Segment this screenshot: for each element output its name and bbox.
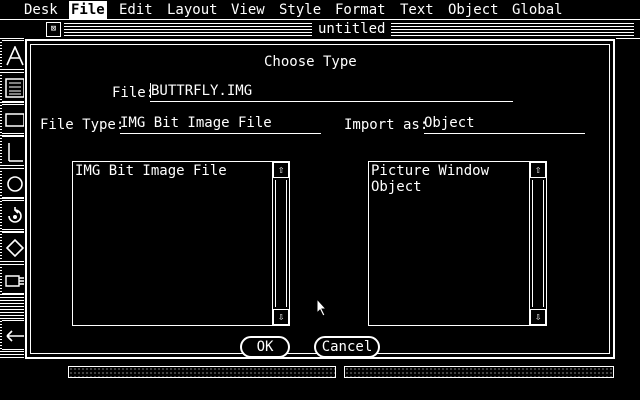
close-box-icon[interactable]: ⊠ (46, 22, 61, 37)
file-type-list-scrollbar[interactable]: ⇧ ⇩ (272, 162, 289, 325)
menu-layout[interactable]: Layout (165, 1, 220, 19)
menu-text[interactable]: Text (398, 1, 436, 19)
list-item[interactable]: IMG Bit Image File (74, 163, 271, 179)
file-type-label: File Type: (40, 117, 125, 133)
file-name-field[interactable]: BUTTRFLY.IMG (150, 83, 513, 102)
file-type-list[interactable]: IMG Bit Image File ⇧ ⇩ (72, 161, 290, 326)
scroll-down-arrow-icon[interactable]: ⇩ (530, 309, 546, 325)
import-as-field[interactable]: Object (424, 115, 585, 134)
horizontal-scrollbar-right[interactable] (344, 366, 614, 378)
menu-format[interactable]: Format (333, 1, 388, 19)
scroll-up-arrow-icon[interactable]: ⇧ (273, 162, 289, 178)
scroll-up-arrow-icon[interactable]: ⇧ (530, 162, 546, 178)
import-as-list[interactable]: Picture Window Object ⇧ ⇩ (368, 161, 547, 326)
file-name-value: BUTTRFLY.IMG (151, 83, 253, 99)
import-as-list-scrollbar[interactable]: ⇧ ⇩ (529, 162, 546, 325)
scroll-track[interactable] (532, 180, 544, 307)
import-as-label: Import as: (344, 117, 429, 133)
horizontal-scrollbar-left[interactable] (68, 366, 336, 378)
file-type-field[interactable]: IMG Bit Image File (120, 115, 321, 134)
menu-edit[interactable]: Edit (117, 1, 155, 19)
menu-file[interactable]: File (69, 1, 107, 19)
menu-global[interactable]: Global (510, 1, 565, 19)
cancel-button[interactable]: Cancel (314, 336, 380, 358)
window-title: untitled (312, 21, 392, 38)
menu-desk[interactable]: Desk (22, 1, 60, 19)
dialog-title: Choose Type (264, 54, 357, 70)
menu-bar: Desk File Edit Layout View Style Format … (0, 0, 640, 20)
mouse-pointer-icon (316, 298, 328, 317)
scroll-down-arrow-icon[interactable]: ⇩ (273, 309, 289, 325)
file-label: File: (112, 85, 155, 101)
file-type-value: IMG Bit Image File (120, 115, 272, 131)
menu-style[interactable]: Style (277, 1, 323, 19)
menu-object[interactable]: Object (446, 1, 501, 19)
list-item[interactable]: Object (370, 179, 528, 195)
scroll-track[interactable] (275, 180, 287, 307)
window-title-bar[interactable]: ⊠ untitled (0, 20, 640, 39)
list-item[interactable]: Picture Window (370, 163, 528, 179)
ok-button[interactable]: OK (240, 336, 290, 358)
import-as-value: Object (424, 115, 475, 131)
menu-view[interactable]: View (229, 1, 267, 19)
